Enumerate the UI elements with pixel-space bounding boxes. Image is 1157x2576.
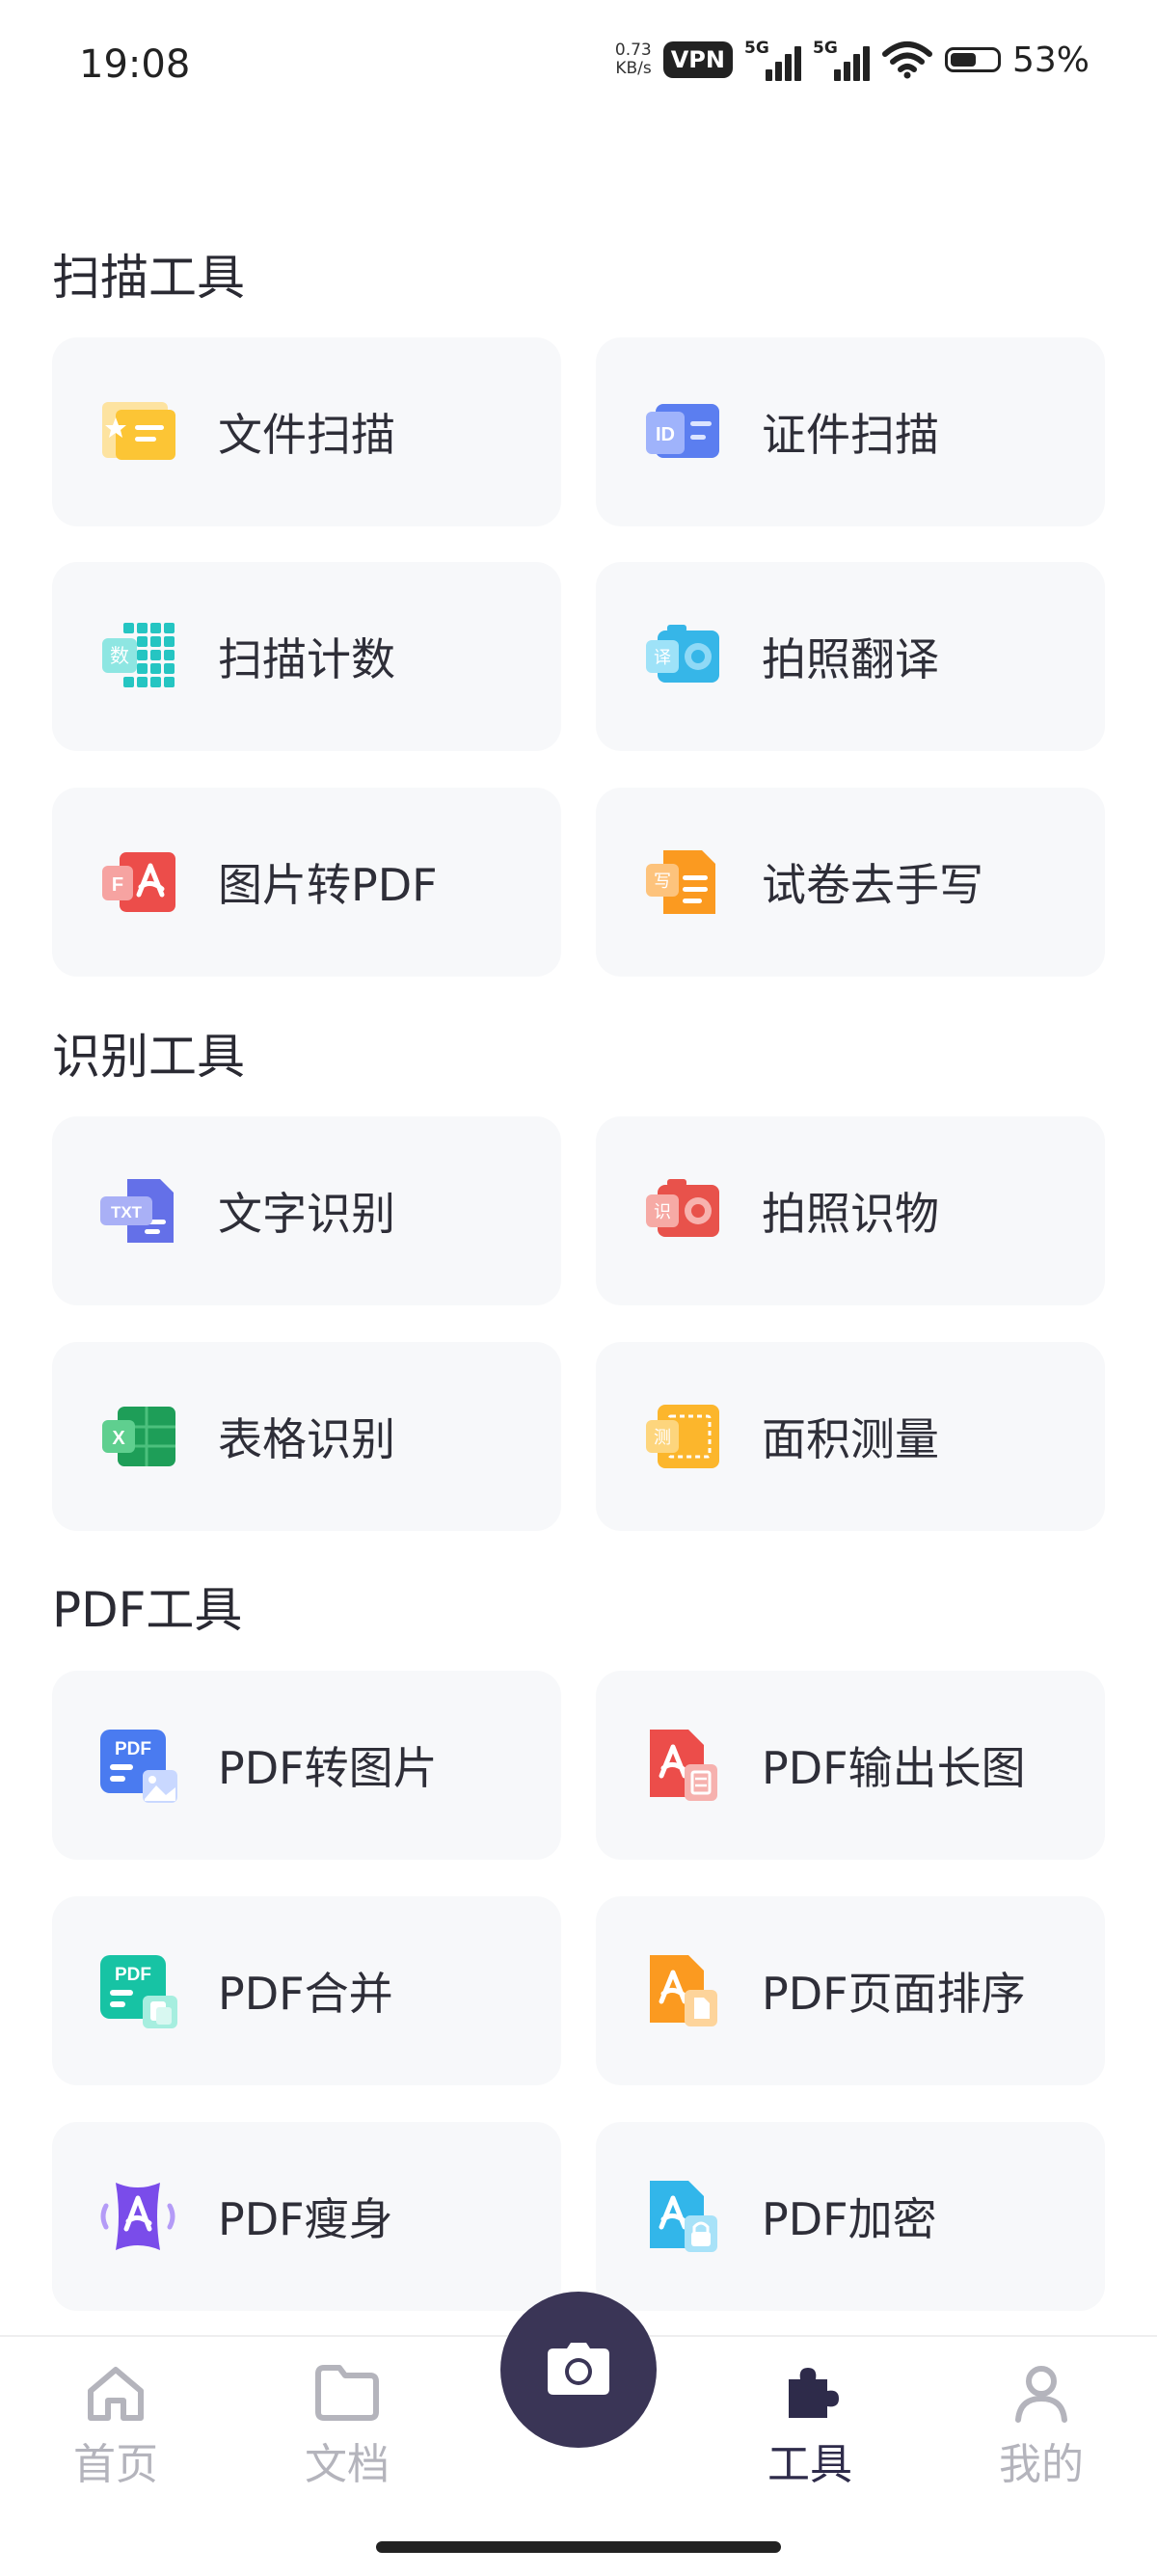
network-speed: 0.73 KB/s [615, 41, 652, 78]
section-title-recognize: 识别工具 [52, 1029, 245, 1085]
vpn-badge: VPN [662, 41, 733, 78]
pdf-glyph: PDF [115, 1965, 151, 1985]
nav-label: 我的 [999, 2440, 1084, 2489]
tool-pdf-long-image[interactable]: PDF输出长图 [596, 1671, 1105, 1860]
tool-label: 面积测量 [762, 1413, 939, 1465]
section-title-scan: 扫描工具 [52, 250, 245, 306]
tool-pdf-compress[interactable]: PDF瘦身 [52, 2122, 561, 2311]
tool-label: 扫描计数 [218, 633, 395, 685]
tool-exam-erase[interactable]: 写 试卷去手写 [596, 788, 1105, 977]
tool-doc-scan[interactable]: 文件扫描 [52, 337, 561, 526]
puzzle-icon [789, 2368, 839, 2418]
camera-recognize-icon: 识 [646, 1179, 719, 1237]
tool-label: PDF加密 [762, 2193, 937, 2245]
camera-translate-icon: 译 [646, 625, 719, 683]
tool-object-recognize[interactable]: 识 拍照识物 [596, 1116, 1105, 1305]
pdf-long-image-icon [650, 1730, 717, 1801]
speed-unit: KB/s [615, 59, 652, 78]
pdf-lock-icon [650, 2181, 717, 2252]
pdf-merge-icon: PDF [100, 1955, 177, 2028]
tool-label: 拍照识物 [762, 1188, 939, 1240]
pdf-image-icon: PDF [100, 1730, 177, 1803]
tool-label: 拍照翻译 [762, 633, 939, 685]
speed-value: 0.73 [614, 40, 652, 60]
battery-percent: 53% [1011, 40, 1090, 80]
tool-text-ocr[interactable]: TXT 文字识别 [52, 1116, 561, 1305]
status-bar: 19:08 0.73 KB/s VPN 5G 5G 53% [0, 0, 1157, 145]
battery-icon [944, 47, 1001, 72]
user-icon [1015, 2366, 1067, 2423]
camera-icon [548, 2343, 609, 2395]
measure-glyph: 测 [654, 1428, 671, 1448]
tool-photo-translate[interactable]: 译 拍照翻译 [596, 562, 1105, 751]
tool-label: 证件扫描 [762, 409, 939, 461]
tool-image-to-pdf[interactable]: F 图片转PDF [52, 788, 561, 977]
ocr-glyph: TXT [111, 1203, 143, 1221]
count-glyph: 数 [110, 644, 129, 667]
tool-table-recognize[interactable]: X 表格识别 [52, 1342, 561, 1531]
img2pdf-glyph: F [112, 874, 123, 896]
folder-icon [315, 2365, 379, 2421]
erase-glyph: 写 [654, 872, 671, 892]
tool-label: PDF输出长图 [762, 1742, 1026, 1794]
tool-label: PDF合并 [218, 1968, 393, 2020]
tool-pdf-page-sort[interactable]: PDF页面排序 [596, 1896, 1105, 2085]
id-glyph: ID [656, 424, 675, 445]
grid-count-icon: 数 [102, 623, 175, 687]
tool-pdf-encrypt[interactable]: PDF加密 [596, 2122, 1105, 2311]
object-glyph: 识 [654, 1202, 671, 1222]
nav-docs[interactable]: 文档 [270, 2362, 424, 2491]
nav-home[interactable]: 首页 [39, 2362, 193, 2491]
excel-icon: X [102, 1407, 175, 1466]
home-icon [88, 2367, 144, 2421]
translate-glyph: 译 [654, 648, 671, 668]
tool-label: 图片转PDF [218, 859, 438, 911]
tool-label: PDF转图片 [218, 1742, 438, 1794]
nav-tools[interactable]: 工具 [733, 2362, 887, 2491]
nav-label: 工具 [767, 2440, 852, 2489]
tool-label: 文字识别 [218, 1188, 395, 1240]
tool-scan-count[interactable]: 数 扫描计数 [52, 562, 561, 751]
status-indicators: 0.73 KB/s VPN 5G 5G 53% [615, 39, 1090, 81]
status-time: 19:08 [79, 42, 191, 87]
pdf-glyph: PDF [115, 1739, 151, 1759]
image-to-pdf-icon: F [102, 852, 175, 912]
tool-pdf-merge[interactable]: PDF PDF合并 [52, 1896, 561, 2085]
table-glyph: X [112, 1428, 125, 1449]
nav-label: 文档 [305, 2440, 390, 2489]
tool-label: 试卷去手写 [762, 859, 983, 911]
id-card-icon: ID [646, 404, 719, 458]
signal-icon: 5G [744, 39, 801, 81]
pdf-sort-icon [650, 1955, 717, 2026]
tool-label: PDF瘦身 [218, 2193, 393, 2245]
nav-mine[interactable]: 我的 [964, 2362, 1118, 2491]
wifi-icon [881, 41, 932, 79]
tool-pdf-to-image[interactable]: PDF PDF转图片 [52, 1671, 561, 1860]
pdf-compress-icon [100, 2183, 175, 2250]
tool-id-scan[interactable]: ID 证件扫描 [596, 337, 1105, 526]
folder-star-icon [102, 402, 175, 460]
home-indicator[interactable] [376, 2541, 781, 2553]
tool-label: 表格识别 [218, 1413, 395, 1465]
signal-icon-2: 5G [813, 39, 870, 81]
tool-label: PDF页面排序 [762, 1968, 1026, 2020]
network-type: 5G [743, 39, 769, 58]
section-title-pdf: PDF工具 [52, 1582, 243, 1638]
nav-label: 首页 [73, 2440, 158, 2489]
tool-area-measure[interactable]: 测 面积测量 [596, 1342, 1105, 1531]
tool-label: 文件扫描 [218, 409, 395, 461]
exam-erase-icon: 写 [646, 850, 715, 914]
camera-button[interactable] [500, 2292, 657, 2448]
txt-icon: TXT [100, 1179, 174, 1243]
network-type-2: 5G [812, 39, 838, 58]
measure-icon: 测 [646, 1405, 719, 1468]
